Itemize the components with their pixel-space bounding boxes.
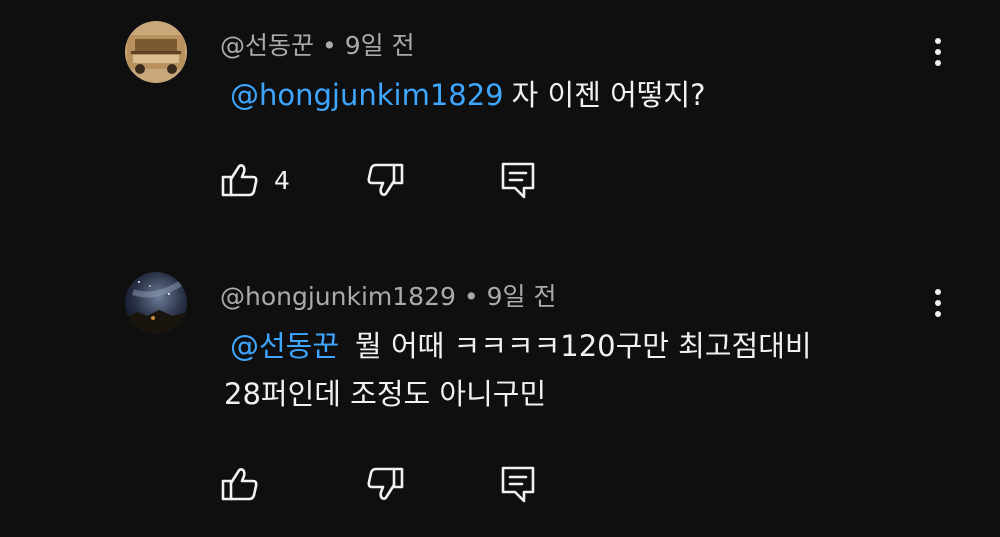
reply-button[interactable] [498, 462, 538, 506]
thumbs-up-icon [221, 164, 258, 197]
like-button[interactable] [220, 462, 274, 506]
thumbs-up-icon [221, 468, 258, 501]
author-name[interactable]: @선동꾼 [220, 31, 314, 60]
mention-link[interactable]: @hongjunkim1829 [230, 78, 504, 112]
dislike-button[interactable] [365, 462, 405, 506]
comment-time: 9일 전 [486, 282, 557, 311]
reply-button[interactable] [498, 158, 538, 202]
comment-item: @선동꾼 • 9일 전 @hongjunkim1829 자 이젠 어떻지? 4 [0, 0, 1000, 250]
author-name[interactable]: @hongjunkim1829 [220, 282, 456, 311]
like-count: 4 [274, 165, 290, 195]
more-vert-icon[interactable] [925, 30, 951, 74]
comment-meta: @hongjunkim1829 • 9일 전 [220, 277, 557, 313]
meta-separator: • [463, 282, 479, 311]
comment-text-line: 28퍼인데 조정도 아니구민 [224, 377, 547, 411]
reply-comment-icon [501, 162, 535, 199]
like-button[interactable]: 4 [220, 158, 290, 202]
dislike-button[interactable] [365, 158, 405, 202]
meta-separator: • [322, 31, 337, 60]
comment-meta: @선동꾼 • 9일 전 [220, 26, 415, 62]
avatar[interactable] [125, 272, 187, 334]
comment-text-line: 뭘 어때 ㅋㅋㅋㅋ120구만 최고점대비 [355, 329, 812, 363]
comment-text: @선동꾼 뭘 어때 ㅋㅋㅋㅋ120구만 최고점대비 28퍼인데 조정도 아니구민 [224, 322, 944, 418]
comment-item: @hongjunkim1829 • 9일 전 @선동꾼 뭘 어때 ㅋㅋㅋㅋ120구만 … [0, 250, 1000, 537]
more-vert-icon[interactable] [925, 281, 951, 325]
mention-link[interactable]: @선동꾼 [230, 329, 339, 363]
comment-text-line: 자 이젠 어떻지? [511, 78, 706, 112]
thumbs-down-icon [367, 163, 404, 196]
comment-time: 9일 전 [344, 31, 415, 60]
avatar[interactable] [125, 21, 187, 83]
comment-text: @hongjunkim1829 자 이젠 어떻지? [224, 71, 944, 119]
reply-comment-icon [501, 466, 535, 503]
thumbs-down-icon [367, 467, 404, 500]
